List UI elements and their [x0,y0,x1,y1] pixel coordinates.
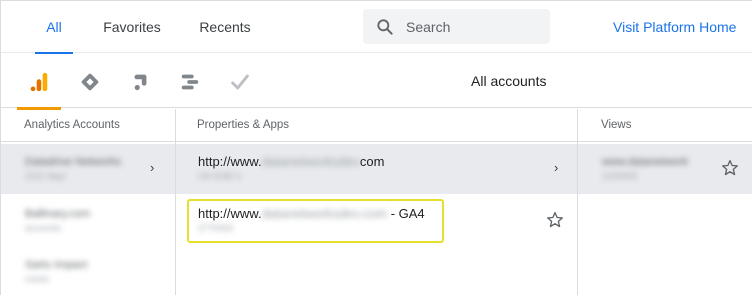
account-id: accounts [25,223,62,233]
property-url-prefix: http://www. [198,206,262,221]
account-id: 1011 days [25,171,66,181]
accounts-column-header: Analytics Accounts [1,109,175,142]
optimize-icon [134,74,147,91]
product-switcher: All accounts [1,54,752,110]
search-input[interactable] [406,9,546,44]
product-analytics[interactable] [17,60,61,110]
property-item[interactable]: http://www.datanetworksdev.com - GA4 277… [176,196,577,246]
property-url-masked: datanetworksdev.com [261,206,388,221]
tab-all[interactable]: All [35,1,73,54]
property-item[interactable]: http://www.datanetworksdevcom UA-9182-1 … [176,144,577,194]
account-item[interactable]: Ballinary.com accounts [1,196,175,246]
properties-column: Properties & Apps http://www.datanetwork… [176,109,578,295]
account-item[interactable]: Sartu Impact crests [1,247,175,295]
account-name: Sartu Impact [25,259,88,271]
tag-manager-icon [81,73,99,91]
properties-column-header: Properties & Apps [176,109,577,142]
account-picker: All Favorites Recents Visit Platform Hom… [0,0,752,295]
property-url-prefix: http://www. [198,154,262,169]
property-url: http://www.datanetworksdevcom [198,154,384,169]
data-studio-icon [181,74,199,90]
star-outline-icon[interactable] [545,210,565,230]
views-column-header: Views [578,109,752,142]
account-id: crests [25,274,50,284]
visit-platform-home-link[interactable]: Visit Platform Home [613,1,736,53]
tab-favorites[interactable]: Favorites [101,1,163,53]
property-id: UA-9182-1 [198,171,242,181]
views-column: Views www.datanetwork 1234403 [578,109,752,295]
account-name: Ballinary.com [25,208,91,220]
product-surveys[interactable] [218,60,262,104]
view-name: www.datanetwork [602,156,689,168]
analytics-icon [30,72,48,92]
property-url: http://www.datanetworksdev.com - GA4 [198,206,425,221]
all-accounts-label: All accounts [471,73,547,89]
view-id: 1234403 [602,171,638,181]
surveys-check-icon [231,74,249,90]
account-name: Datadrive Networks [25,156,121,168]
property-url-masked: datanetworksdev [261,154,360,169]
view-item[interactable]: www.datanetwork 1234403 [578,144,752,194]
product-optimize[interactable] [118,60,162,104]
property-id: 2770434 [198,223,234,233]
accounts-column: Analytics Accounts Datadrive Networks 10… [1,109,176,295]
chevron-right-icon: › [554,160,559,175]
tab-recents[interactable]: Recents [197,1,253,53]
product-tag-manager[interactable] [68,60,112,104]
search-box[interactable] [363,9,550,44]
tabs-bar: All Favorites Recents Visit Platform Hom… [1,1,752,54]
property-url-suffix: com [359,154,385,169]
account-item[interactable]: Datadrive Networks 1011 days › [1,144,175,194]
search-icon [377,19,393,35]
product-data-studio[interactable] [168,60,212,104]
chevron-right-icon: › [150,160,155,175]
property-url-suffix: - GA4 [387,206,425,221]
star-outline-icon[interactable] [720,158,740,178]
